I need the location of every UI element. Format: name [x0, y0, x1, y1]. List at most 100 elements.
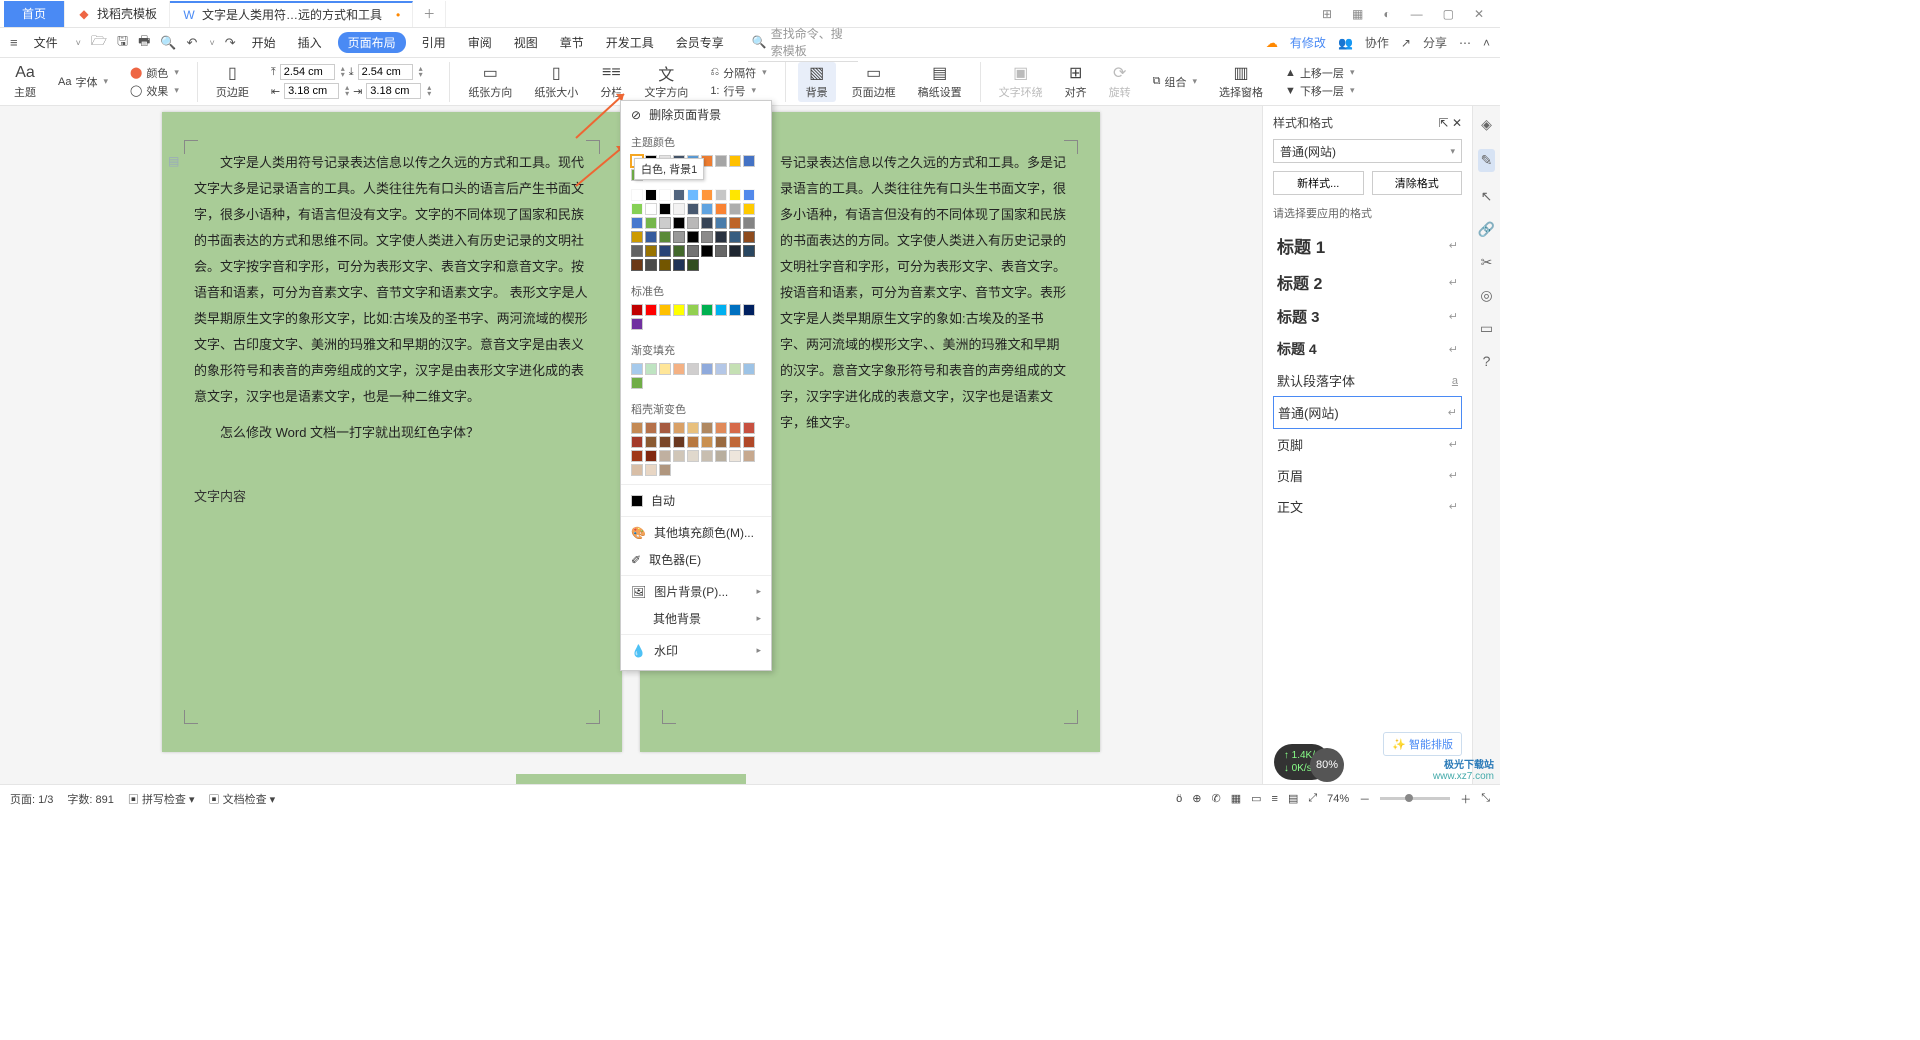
status-lang-icon[interactable]: ö	[1176, 793, 1182, 805]
color-swatch[interactable]	[687, 231, 699, 243]
status-page[interactable]: 页面: 1/3	[10, 791, 53, 807]
color-swatch[interactable]	[687, 203, 699, 215]
eyedropper[interactable]: ✐取色器(E)	[621, 546, 771, 573]
rb-theme[interactable]: Aa主题	[8, 64, 42, 100]
margin-top-input[interactable]	[280, 64, 335, 80]
rb-break[interactable]: ⎌分隔符▾	[710, 65, 766, 81]
coop-link[interactable]: 协作	[1365, 34, 1389, 51]
print-icon[interactable]: 🖶	[138, 32, 150, 54]
color-swatch[interactable]	[659, 189, 671, 201]
rb-border[interactable]: ▭页面边框	[846, 64, 902, 100]
style-normal-web[interactable]: 普通(网站)↵	[1273, 396, 1462, 429]
view-outline-icon[interactable]: ≡	[1272, 793, 1278, 805]
color-swatch[interactable]	[631, 436, 643, 448]
color-swatch[interactable]	[701, 436, 713, 448]
status-content[interactable]: ▣ 文档检查 ▾	[209, 791, 276, 807]
color-swatch[interactable]	[673, 422, 685, 434]
rb-margin[interactable]: ▯页边距	[210, 64, 255, 100]
color-swatch[interactable]	[687, 450, 699, 462]
menu-refs[interactable]: 引用	[416, 32, 452, 53]
side-help-icon[interactable]: ?	[1483, 353, 1491, 369]
rb-background[interactable]: ▧背景	[798, 62, 836, 102]
grid-icon[interactable]: ▦	[1348, 5, 1367, 23]
side-cursor-icon[interactable]: ↖	[1481, 188, 1493, 205]
rb-orient[interactable]: ▭纸张方向	[462, 64, 518, 100]
color-swatch[interactable]	[729, 189, 741, 201]
side-book-icon[interactable]: ▭	[1480, 320, 1493, 337]
color-swatch[interactable]	[631, 450, 643, 462]
picture-bg[interactable]: 🖼图片背景(P)...▸	[621, 578, 771, 605]
color-swatch[interactable]	[729, 363, 741, 375]
color-swatch[interactable]	[687, 259, 699, 271]
clear-format-button[interactable]: 清除格式	[1372, 171, 1463, 195]
current-style-select[interactable]: 普通(网站)▾	[1273, 139, 1462, 163]
rb-effect[interactable]: ◯效果▾	[130, 83, 179, 99]
color-swatch[interactable]	[743, 203, 755, 215]
maximize-button[interactable]: ▢	[1439, 5, 1458, 23]
side-diamond-icon[interactable]: ◈	[1481, 116, 1492, 133]
color-swatch[interactable]	[673, 436, 685, 448]
color-swatch[interactable]	[673, 304, 685, 316]
margin-bottom-input[interactable]	[358, 64, 413, 80]
zoom-fit-icon[interactable]: ⤢	[1308, 792, 1317, 805]
overflow-icon[interactable]: ⋯	[1459, 36, 1471, 50]
color-swatch[interactable]	[645, 259, 657, 271]
margin-left-input[interactable]	[284, 83, 339, 99]
rb-color[interactable]: ⬤颜色▾	[130, 65, 179, 81]
user-avatar-icon[interactable]: ◐	[1379, 5, 1394, 23]
menu-chapter[interactable]: 章节	[554, 32, 590, 53]
style-h4[interactable]: 标题 4↵	[1273, 333, 1462, 365]
style-h1[interactable]: 标题 1↵	[1273, 227, 1462, 264]
color-swatch[interactable]	[687, 363, 699, 375]
color-swatch[interactable]	[631, 363, 643, 375]
color-swatch[interactable]	[729, 245, 741, 257]
color-swatch[interactable]	[631, 231, 643, 243]
color-swatch[interactable]	[715, 203, 727, 215]
rb-cols[interactable]: ≡≡分栏	[594, 64, 628, 100]
collapse-ribbon-icon[interactable]: ˄	[1483, 36, 1490, 50]
style-h2[interactable]: 标题 2↵	[1273, 264, 1462, 300]
color-swatch[interactable]	[673, 217, 685, 229]
color-swatch[interactable]	[631, 203, 643, 215]
status-globe-icon[interactable]: ⊕	[1192, 792, 1201, 805]
color-swatch[interactable]	[659, 450, 671, 462]
color-swatch[interactable]	[673, 203, 685, 215]
status-phone-icon[interactable]: ✆	[1211, 792, 1220, 805]
color-swatch[interactable]	[729, 450, 741, 462]
color-swatch[interactable]	[645, 231, 657, 243]
side-target-icon[interactable]: ◎	[1480, 287, 1492, 304]
color-swatch[interactable]	[743, 231, 755, 243]
color-swatch[interactable]	[659, 217, 671, 229]
color-swatch[interactable]	[659, 436, 671, 448]
color-swatch[interactable]	[715, 245, 727, 257]
color-swatch[interactable]	[715, 231, 727, 243]
color-swatch[interactable]	[729, 155, 741, 167]
color-swatch[interactable]	[631, 422, 643, 434]
color-swatch[interactable]	[701, 422, 713, 434]
color-swatch[interactable]	[673, 259, 685, 271]
color-swatch[interactable]	[659, 363, 671, 375]
color-swatch[interactable]	[659, 464, 671, 476]
color-swatch[interactable]	[659, 245, 671, 257]
menu-dev[interactable]: 开发工具	[600, 32, 660, 53]
menu-review[interactable]: 审阅	[462, 32, 498, 53]
color-swatch[interactable]	[645, 203, 657, 215]
color-swatch[interactable]	[659, 259, 671, 271]
open-icon[interactable]: 🗁	[91, 32, 107, 54]
undo-icon[interactable]: ↶	[187, 35, 198, 51]
color-swatch[interactable]	[729, 304, 741, 316]
rb-font[interactable]: Aa字体▾	[58, 74, 108, 90]
rb-dir[interactable]: 文文字方向	[638, 64, 694, 100]
color-swatch[interactable]	[715, 422, 727, 434]
color-swatch[interactable]	[673, 363, 685, 375]
color-swatch[interactable]	[687, 189, 699, 201]
margin-right-input[interactable]	[366, 83, 421, 99]
rb-align[interactable]: ⊞对齐	[1059, 64, 1093, 100]
color-swatch[interactable]	[659, 231, 671, 243]
view-page-icon[interactable]: ▭	[1251, 792, 1261, 805]
color-swatch[interactable]	[729, 422, 741, 434]
menu-start[interactable]: 开始	[246, 32, 282, 53]
redo-icon[interactable]: ↷	[225, 35, 236, 51]
color-swatch[interactable]	[729, 217, 741, 229]
close-button[interactable]: ✕	[1470, 5, 1488, 23]
